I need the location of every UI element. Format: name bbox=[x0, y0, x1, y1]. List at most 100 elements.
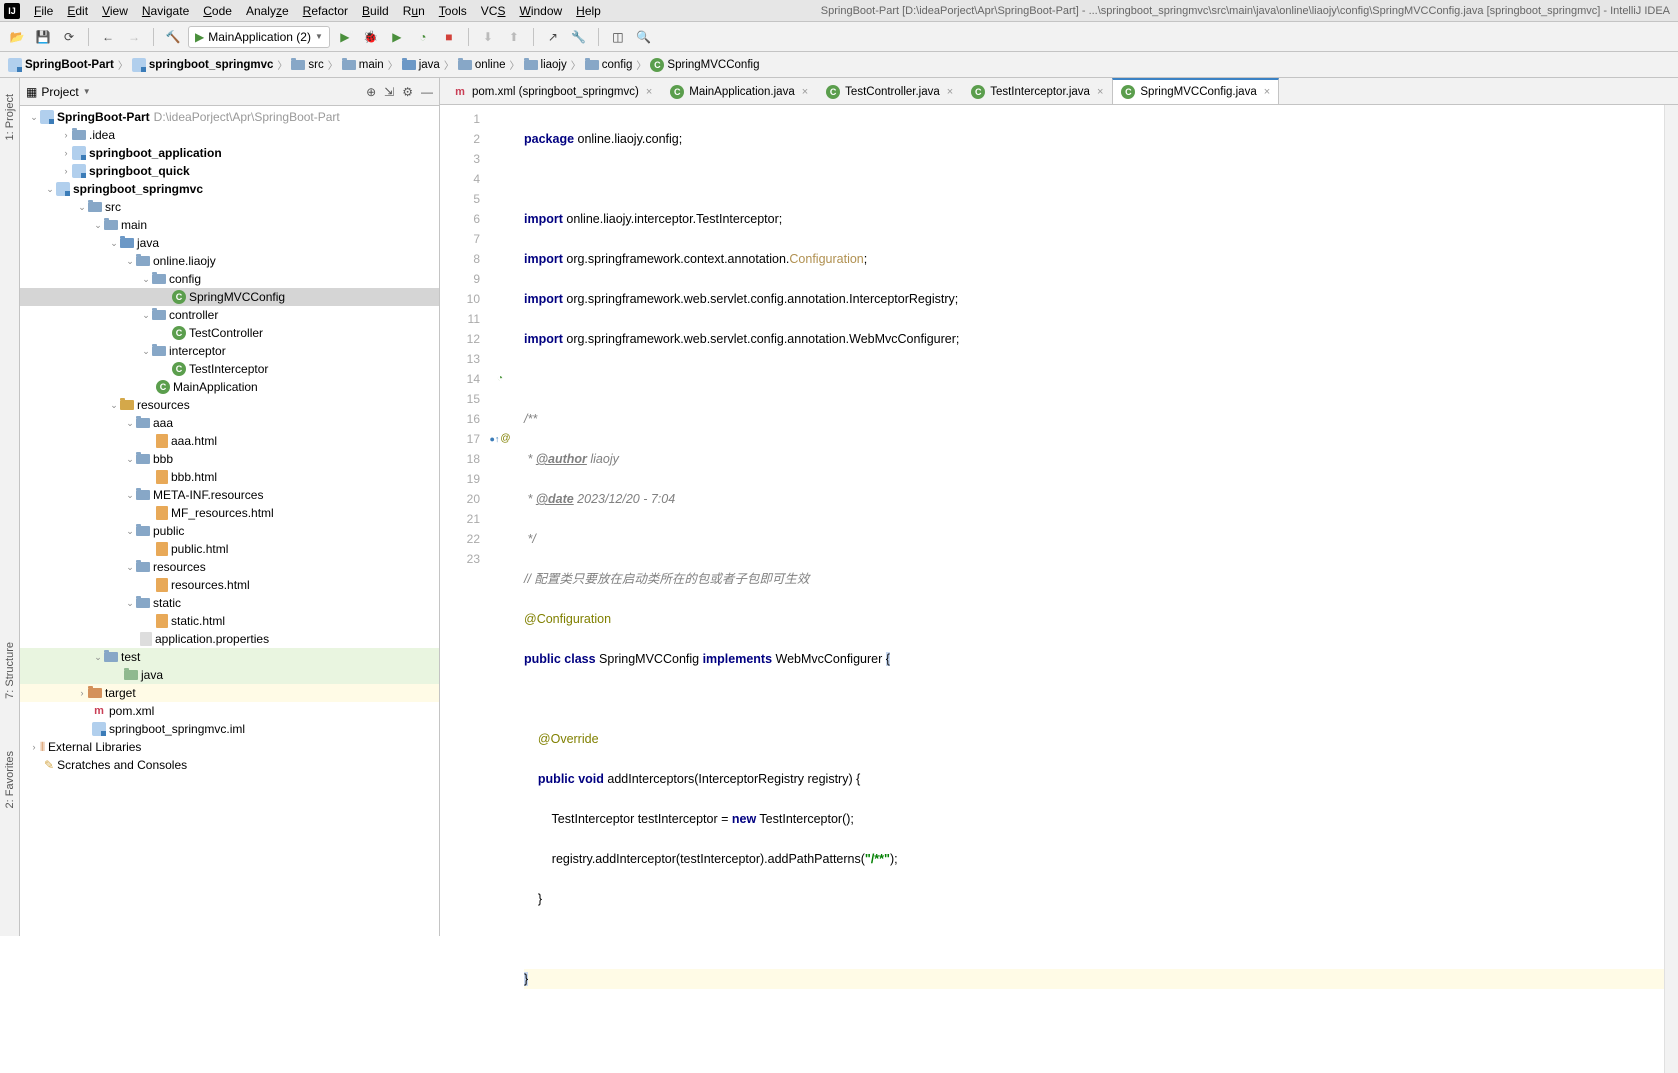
tool-tab-structure[interactable]: 7: Structure bbox=[2, 636, 18, 705]
tab-mainapp[interactable]: CMainApplication.java× bbox=[661, 78, 817, 104]
menu-tools[interactable]: Tools bbox=[433, 2, 473, 20]
locate-icon[interactable]: ⊕ bbox=[366, 85, 376, 99]
tree-src[interactable]: ⌄src bbox=[20, 198, 439, 216]
tree-controller[interactable]: ⌄controller bbox=[20, 306, 439, 324]
vcs-update-icon[interactable]: ⬇ bbox=[477, 26, 499, 48]
tree-idea[interactable]: ›.idea bbox=[20, 126, 439, 144]
menu-analyze[interactable]: Analyze bbox=[240, 2, 295, 20]
back-icon[interactable]: ← bbox=[97, 26, 119, 48]
save-icon[interactable]: 💾 bbox=[32, 26, 54, 48]
tree-main[interactable]: ⌄main bbox=[20, 216, 439, 234]
vcs-commit-icon[interactable]: ⬆ bbox=[503, 26, 525, 48]
tree-res2-file[interactable]: resources.html bbox=[20, 576, 439, 594]
menu-navigate[interactable]: Navigate bbox=[136, 2, 195, 20]
tree-mf-file[interactable]: MF_resources.html bbox=[20, 504, 439, 522]
menu-vcs[interactable]: VCS bbox=[475, 2, 512, 20]
tree-public-file[interactable]: public.html bbox=[20, 540, 439, 558]
tab-testcontroller[interactable]: CTestController.java× bbox=[817, 78, 962, 104]
tree-ext-lib[interactable]: ›⫴External Libraries bbox=[20, 738, 439, 756]
tree-root[interactable]: ⌄SpringBoot-PartD:\ideaPorject\Apr\Sprin… bbox=[20, 108, 439, 126]
tree-config-file[interactable]: CSpringMVCConfig bbox=[20, 288, 439, 306]
tree-public[interactable]: ⌄public bbox=[20, 522, 439, 540]
tree-mod3[interactable]: ⌄springboot_springmvc bbox=[20, 180, 439, 198]
menu-help[interactable]: Help bbox=[570, 2, 607, 20]
tree-aaa[interactable]: ⌄aaa bbox=[20, 414, 439, 432]
open-icon[interactable]: 📂 bbox=[6, 26, 28, 48]
menu-window[interactable]: Window bbox=[513, 2, 568, 20]
coverage-icon[interactable]: ▶ bbox=[386, 26, 408, 48]
menu-run[interactable]: Run bbox=[397, 2, 431, 20]
tree-mod1[interactable]: ›springboot_application bbox=[20, 144, 439, 162]
crumb-java[interactable]: java bbox=[400, 59, 442, 71]
tree-res2[interactable]: ⌄resources bbox=[20, 558, 439, 576]
project-panel-title[interactable]: Project bbox=[41, 85, 78, 99]
panel-settings-icon[interactable]: ⚙ bbox=[402, 85, 413, 99]
tree-interceptor-file[interactable]: CTestInterceptor bbox=[20, 360, 439, 378]
tree-pkg[interactable]: ⌄online.liaojy bbox=[20, 252, 439, 270]
tree-target[interactable]: ›target bbox=[20, 684, 439, 702]
editor-body[interactable]: 1234567891011121314151617181920212223 ◔ … bbox=[440, 105, 1678, 1073]
tab-testinterceptor[interactable]: CTestInterceptor.java× bbox=[962, 78, 1112, 104]
implements-gutter-icon[interactable]: ◔ bbox=[488, 369, 512, 389]
tree-pom[interactable]: mpom.xml bbox=[20, 702, 439, 720]
crumb-module[interactable]: springboot_springmvc bbox=[130, 58, 276, 72]
tree-scratches[interactable]: ✎Scratches and Consoles bbox=[20, 756, 439, 774]
menu-refactor[interactable]: Refactor bbox=[297, 2, 354, 20]
tree-main-app[interactable]: CMainApplication bbox=[20, 378, 439, 396]
tree-config[interactable]: ⌄config bbox=[20, 270, 439, 288]
tool1-icon[interactable]: ↗ bbox=[542, 26, 564, 48]
menu-file[interactable]: File bbox=[28, 2, 59, 20]
tree-app-props[interactable]: application.properties bbox=[20, 630, 439, 648]
tab-pom[interactable]: mpom.xml (springboot_springmvc)× bbox=[444, 78, 661, 104]
close-icon[interactable]: × bbox=[802, 86, 808, 98]
close-icon[interactable]: × bbox=[646, 86, 652, 98]
tool-tab-favorites[interactable]: 2: Favorites bbox=[2, 745, 18, 814]
crumb-config[interactable]: config bbox=[583, 59, 635, 71]
window-icon[interactable]: ◫ bbox=[607, 26, 629, 48]
tree-bbb-file[interactable]: bbb.html bbox=[20, 468, 439, 486]
build-icon[interactable]: 🔨 bbox=[162, 26, 184, 48]
crumb-liaojy[interactable]: liaojy bbox=[522, 59, 569, 71]
forward-icon[interactable]: → bbox=[123, 26, 145, 48]
project-tree[interactable]: ⌄SpringBoot-PartD:\ideaPorject\Apr\Sprin… bbox=[20, 106, 439, 936]
sync-icon[interactable]: ⟳ bbox=[58, 26, 80, 48]
code-content[interactable]: package online.liaojy.config; import onl… bbox=[512, 105, 1664, 1073]
crumb-root[interactable]: SpringBoot-Part bbox=[6, 58, 116, 72]
tree-static[interactable]: ⌄static bbox=[20, 594, 439, 612]
crumb-src[interactable]: src bbox=[289, 59, 325, 71]
crumb-file[interactable]: CSpringMVCConfig bbox=[648, 58, 761, 72]
run-configuration-dropdown[interactable]: ▶ MainApplication (2) ▼ bbox=[188, 26, 330, 48]
crumb-main[interactable]: main bbox=[340, 59, 386, 71]
tree-interceptor[interactable]: ⌄interceptor bbox=[20, 342, 439, 360]
tree-metainf[interactable]: ⌄META-INF.resources bbox=[20, 486, 439, 504]
tree-test[interactable]: ⌄test bbox=[20, 648, 439, 666]
menu-code[interactable]: Code bbox=[197, 2, 238, 20]
search-icon[interactable]: 🔍 bbox=[633, 26, 655, 48]
menu-build[interactable]: Build bbox=[356, 2, 395, 20]
override-gutter-icon[interactable]: ●↑@ bbox=[488, 429, 512, 449]
run-icon[interactable]: ▶ bbox=[334, 26, 356, 48]
close-icon[interactable]: × bbox=[1097, 86, 1103, 98]
close-icon[interactable]: × bbox=[947, 86, 953, 98]
tree-test-java[interactable]: java bbox=[20, 666, 439, 684]
collapse-icon[interactable]: ⇲ bbox=[384, 85, 394, 99]
tree-bbb[interactable]: ⌄bbb bbox=[20, 450, 439, 468]
tree-aaa-file[interactable]: aaa.html bbox=[20, 432, 439, 450]
tree-java[interactable]: ⌄java bbox=[20, 234, 439, 252]
tree-controller-file[interactable]: CTestController bbox=[20, 324, 439, 342]
menu-view[interactable]: View bbox=[96, 2, 134, 20]
stop-icon[interactable]: ■ bbox=[438, 26, 460, 48]
close-icon[interactable]: × bbox=[1264, 86, 1270, 98]
debug-icon[interactable]: 🐞 bbox=[360, 26, 382, 48]
tree-mod2[interactable]: ›springboot_quick bbox=[20, 162, 439, 180]
profile-icon[interactable]: ◔ bbox=[412, 26, 434, 48]
hide-icon[interactable]: — bbox=[421, 85, 433, 99]
tree-static-file[interactable]: static.html bbox=[20, 612, 439, 630]
editor-scrollbar[interactable] bbox=[1664, 105, 1678, 1073]
crumb-online[interactable]: online bbox=[456, 59, 508, 71]
tree-iml[interactable]: springboot_springmvc.iml bbox=[20, 720, 439, 738]
tree-resources[interactable]: ⌄resources bbox=[20, 396, 439, 414]
tool-tab-project[interactable]: 1: Project bbox=[2, 88, 18, 146]
tab-springmvcconfig[interactable]: CSpringMVCConfig.java× bbox=[1112, 78, 1279, 104]
settings-icon[interactable]: 🔧 bbox=[568, 26, 590, 48]
